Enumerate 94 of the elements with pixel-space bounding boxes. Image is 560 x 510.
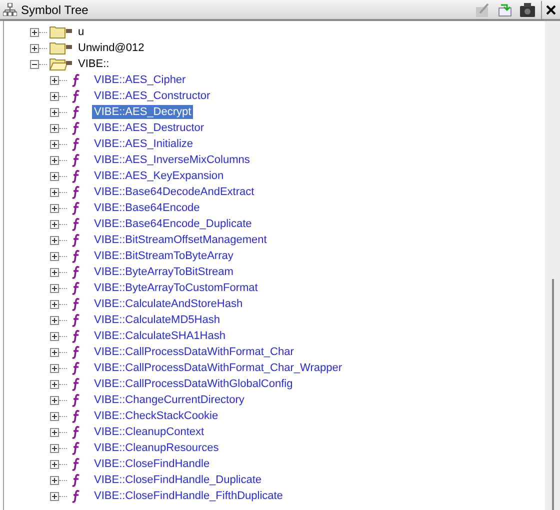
expand-icon[interactable] [50, 428, 59, 436]
expand-icon[interactable] [50, 300, 59, 308]
function-icon [72, 458, 80, 470]
function-tree-item[interactable]: VIBE::CalculateAndStoreHash [92, 297, 245, 311]
function-tree-item[interactable]: VIBE::BitStreamOffsetManagement [92, 233, 269, 247]
expand-icon[interactable] [50, 76, 59, 84]
function-tree-item[interactable]: VIBE::CallProcessDataWithGlobalConfig [92, 377, 295, 391]
function-icon [72, 74, 80, 86]
folder-icon [49, 41, 73, 55]
expand-icon[interactable] [50, 348, 59, 356]
expand-icon[interactable] [50, 172, 59, 180]
expand-icon[interactable] [50, 396, 59, 404]
function-tree-item[interactable]: VIBE::CloseFindHandle_FifthDuplicate [92, 489, 285, 503]
panel-title: Symbol Tree [21, 2, 90, 16]
function-tree-item[interactable]: VIBE::CalculateSHA1Hash [92, 329, 228, 343]
function-tree-item[interactable]: VIBE::CloseFindHandle [92, 457, 212, 471]
function-icon [72, 106, 80, 118]
function-icon [72, 266, 80, 278]
expand-icon[interactable] [50, 476, 59, 484]
function-tree-item[interactable]: VIBE::AES_Destructor [92, 121, 206, 135]
function-icon [72, 138, 80, 150]
function-tree-item[interactable]: VIBE::AES_Initialize [92, 137, 196, 151]
function-icon [72, 122, 80, 134]
expand-icon[interactable] [50, 252, 59, 260]
folder-tree-item[interactable]: Unwind@012 [76, 41, 146, 55]
function-tree-item[interactable]: VIBE::CallProcessDataWithFormat_Char [92, 345, 296, 359]
function-icon [72, 90, 80, 102]
function-icon [72, 218, 80, 230]
function-icon [72, 378, 80, 390]
function-icon [72, 250, 80, 262]
expand-icon[interactable] [50, 220, 59, 228]
function-tree-item[interactable]: VIBE::AES_KeyExpansion [92, 169, 226, 183]
function-tree-item[interactable]: VIBE::CloseFindHandle_Duplicate [92, 473, 264, 487]
collapse-icon[interactable] [30, 60, 39, 68]
folder-tree-item[interactable]: u [76, 25, 86, 39]
function-tree-item[interactable]: VIBE::ChangeCurrentDirectory [92, 393, 246, 407]
function-tree-item[interactable]: VIBE::CleanupResources [92, 441, 221, 455]
expand-icon[interactable] [50, 188, 59, 196]
expand-icon[interactable] [50, 332, 59, 340]
function-tree-item[interactable]: VIBE::CalculateMD5Hash [92, 313, 222, 327]
function-icon [72, 474, 80, 486]
scrollbar[interactable] [545, 21, 560, 510]
function-icon [72, 234, 80, 246]
function-icon [72, 154, 80, 166]
expand-icon[interactable] [50, 108, 59, 116]
expand-icon[interactable] [50, 444, 59, 452]
expand-icon[interactable] [50, 92, 59, 100]
function-icon [72, 426, 80, 438]
open-folder-icon [49, 57, 73, 71]
expand-icon[interactable] [50, 124, 59, 132]
folder-tree-item[interactable]: VIBE:: [76, 57, 112, 71]
function-tree-item[interactable]: VIBE::Base64DecodeAndExtract [92, 185, 256, 199]
function-tree-item[interactable]: VIBE::CleanupContext [92, 425, 206, 439]
function-icon [72, 394, 80, 406]
expand-icon[interactable] [50, 460, 59, 468]
expand-icon[interactable] [50, 316, 59, 324]
function-tree-item[interactable]: VIBE::ByteArrayToBitStream [92, 265, 236, 279]
function-icon [72, 314, 80, 326]
function-icon [72, 330, 80, 342]
expand-icon[interactable] [50, 492, 59, 500]
tree-icon [3, 3, 17, 16]
folder-icon [49, 25, 73, 39]
function-icon [72, 346, 80, 358]
function-icon [72, 202, 80, 214]
expand-icon[interactable] [50, 412, 59, 420]
expand-icon[interactable] [30, 28, 39, 36]
expand-icon[interactable] [50, 156, 59, 164]
function-tree-item[interactable]: VIBE::CallProcessDataWithFormat_Char_Wrapper [92, 361, 344, 375]
function-tree-item[interactable]: VIBE::AES_InverseMixColumns [92, 153, 252, 167]
function-icon [72, 170, 80, 182]
camera-icon[interactable] [518, 0, 537, 18]
function-icon [72, 490, 80, 502]
function-icon [72, 442, 80, 454]
function-tree-item[interactable]: VIBE::CheckStackCookie [92, 409, 220, 423]
function-icon [72, 362, 80, 374]
function-tree-item[interactable]: VIBE::ByteArrayToCustomFormat [92, 281, 260, 295]
expand-icon[interactable] [30, 44, 39, 52]
expand-icon[interactable] [50, 284, 59, 292]
function-tree-item[interactable]: VIBE::AES_Constructor [92, 89, 212, 103]
expand-icon[interactable] [50, 380, 59, 388]
function-tree-item[interactable]: VIBE::AES_Cipher [92, 73, 188, 87]
function-tree-item[interactable]: VIBE::Base64Encode [92, 201, 202, 215]
expand-icon[interactable] [50, 236, 59, 244]
function-icon [72, 186, 80, 198]
function-icon [72, 298, 80, 310]
function-icon [72, 282, 80, 294]
function-tree-item[interactable]: VIBE::Base64Encode_Duplicate [92, 217, 254, 231]
expand-icon[interactable] [50, 140, 59, 148]
expand-icon[interactable] [50, 364, 59, 372]
function-icon [72, 410, 80, 422]
expand-icon[interactable] [50, 204, 59, 212]
function-tree-item[interactable]: VIBE::AES_Decrypt [92, 105, 194, 119]
expand-icon[interactable] [50, 268, 59, 276]
function-tree-item[interactable]: VIBE::BitStreamToByteArray [92, 249, 236, 263]
